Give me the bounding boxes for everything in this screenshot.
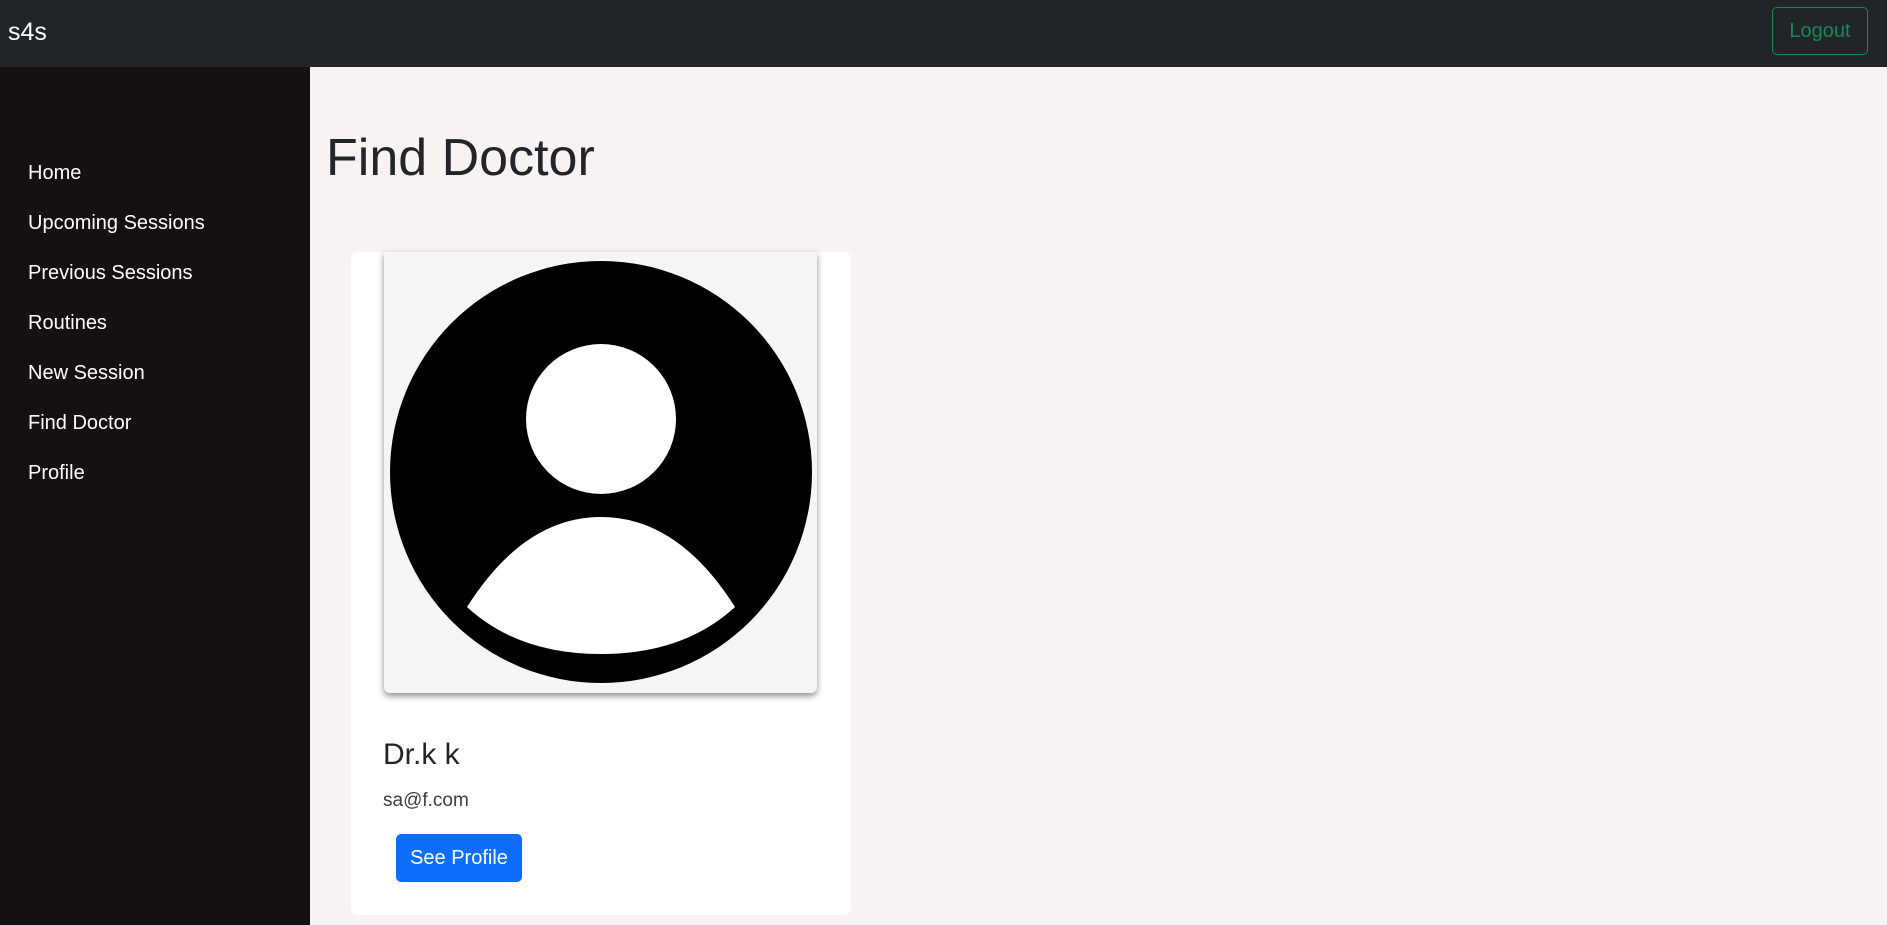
sidebar-item-previous-sessions[interactable]: Previous Sessions [28, 259, 193, 287]
sidebar-item-upcoming-sessions[interactable]: Upcoming Sessions [28, 209, 205, 237]
sidebar: Home Upcoming Sessions Previous Sessions… [0, 67, 310, 925]
user-avatar-icon [390, 261, 812, 683]
doctor-email: sa@f.com [383, 790, 469, 811]
sidebar-item-routines[interactable]: Routines [28, 309, 107, 337]
sidebar-item-find-doctor[interactable]: Find Doctor [28, 409, 131, 437]
sidebar-item-profile[interactable]: Profile [28, 459, 85, 487]
doctor-avatar-image [384, 252, 817, 693]
logout-button[interactable]: Logout [1772, 7, 1868, 55]
top-navbar: s4s Logout [0, 0, 1887, 67]
brand-logo[interactable]: s4s [8, 14, 47, 50]
doctor-card: Dr.k k sa@f.com See Profile [351, 252, 851, 915]
sidebar-item-home[interactable]: Home [28, 159, 81, 187]
see-profile-button[interactable]: See Profile [396, 834, 522, 882]
doctor-name: Dr.k k [383, 738, 460, 771]
page-title: Find Doctor [326, 129, 595, 187]
sidebar-item-new-session[interactable]: New Session [28, 359, 145, 387]
